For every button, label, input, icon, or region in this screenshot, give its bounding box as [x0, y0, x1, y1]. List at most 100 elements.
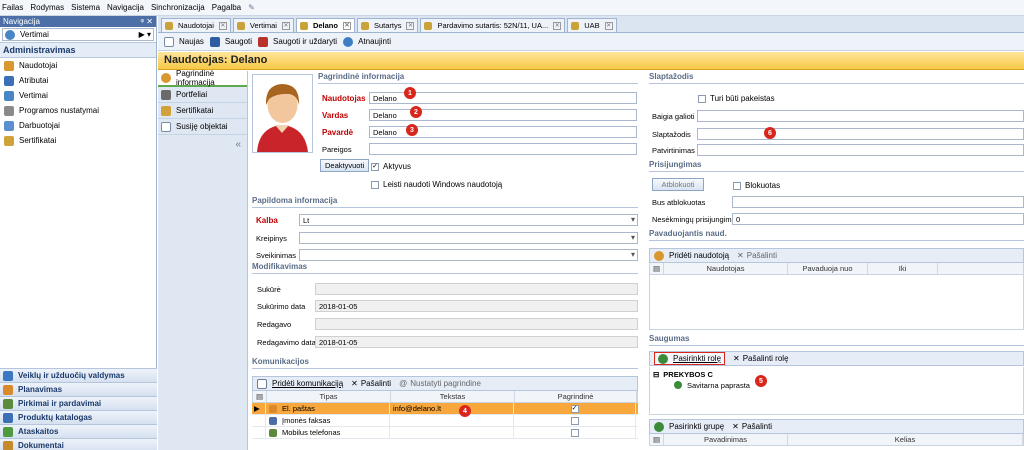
- password-field[interactable]: [697, 128, 1024, 140]
- col-text[interactable]: Tekstas: [391, 391, 515, 402]
- set-primary-button[interactable]: @ Nustatyti pagrindine: [399, 379, 481, 388]
- add-communication-button[interactable]: Pridėti komunikaciją: [257, 378, 343, 389]
- add-icon: [257, 378, 267, 389]
- nav-pin-close-icon[interactable]: ᵠ ✕: [141, 17, 153, 26]
- sidebar-item-4[interactable]: Darbuotojai: [0, 118, 156, 133]
- cell-text: [390, 415, 514, 426]
- menu-file[interactable]: Failas: [2, 3, 23, 12]
- tab-related[interactable]: Susiję objektai: [158, 119, 247, 135]
- cell-primary[interactable]: [514, 415, 636, 426]
- language-dropdown[interactable]: Lt: [299, 214, 638, 226]
- row-indicator: [252, 415, 266, 426]
- tab-certificates[interactable]: Sertifikatai: [158, 103, 247, 119]
- sidebar-item-1[interactable]: Atributai: [0, 73, 156, 88]
- table-row[interactable]: Mobilus telefonas: [252, 427, 638, 439]
- nav-module-3[interactable]: Produktų katalogas: [0, 410, 157, 424]
- table-row[interactable]: ▶ El. paštas info@delano.lt ✓: [252, 403, 638, 415]
- menu-help[interactable]: Pagalba: [212, 3, 241, 12]
- tab-5[interactable]: UAB ✕: [567, 18, 617, 32]
- related-objects-icon: [161, 121, 171, 132]
- tab-3[interactable]: Sutartys ✕: [356, 18, 419, 32]
- refresh-button[interactable]: Atnaujinti: [343, 36, 391, 47]
- new-button[interactable]: Naujas: [164, 36, 204, 47]
- play-icon[interactable]: ▶ ▾: [139, 30, 153, 39]
- sidebar-item-0[interactable]: Naudotojai: [0, 58, 156, 73]
- remove-communication-button[interactable]: ✕ Pašalinti: [351, 379, 391, 388]
- close-tab-icon[interactable]: ✕: [342, 21, 351, 30]
- confirm-field[interactable]: [697, 144, 1024, 156]
- close-tab-icon[interactable]: ✕: [218, 21, 227, 30]
- close-tab-icon[interactable]: ✕: [281, 21, 290, 30]
- nav-module-label: Produktų katalogas: [18, 413, 93, 422]
- detail-tabs: Pagrindinė informacija Portfeliai Sertif…: [158, 69, 248, 450]
- col-from[interactable]: Pavaduoja nuo: [788, 263, 868, 274]
- sidebar-item-5[interactable]: Sertifikatai: [0, 133, 156, 148]
- collapse-node-icon[interactable]: ⊟: [653, 370, 659, 379]
- choose-group-button[interactable]: Pasirinkti grupę: [654, 421, 724, 432]
- address-dropdown[interactable]: [299, 232, 638, 244]
- tree-node-root[interactable]: ⊟ PREKYBOS C: [650, 369, 1023, 379]
- cell-primary[interactable]: [514, 427, 636, 438]
- menu-navigation[interactable]: Navigacija: [107, 3, 144, 12]
- save-close-button[interactable]: Saugoti ir uždaryti: [258, 36, 337, 47]
- position-field[interactable]: [369, 143, 637, 155]
- close-tab-icon[interactable]: ✕: [553, 21, 562, 30]
- logins-header: Prisijungimas: [649, 160, 1024, 172]
- empty-checkbox-icon: [733, 181, 741, 190]
- nav-module-4[interactable]: Ataskaitos: [0, 424, 157, 438]
- deactivate-button[interactable]: Deaktyvuoti: [320, 159, 370, 172]
- col-name[interactable]: Pavadinimas: [664, 434, 788, 445]
- save-label: Saugoti: [224, 37, 253, 46]
- menu-system[interactable]: Sistema: [71, 3, 100, 12]
- sidebar-item-2[interactable]: Vertimai: [0, 88, 156, 103]
- col-user[interactable]: Naudotojas: [664, 263, 788, 274]
- blocked-until-field[interactable]: [732, 196, 1024, 208]
- sidebar-item-3[interactable]: Programos nustatymai: [0, 103, 156, 118]
- tab-1[interactable]: Vertimai ✕: [232, 18, 294, 32]
- created-by-field: [315, 283, 638, 295]
- nav-module-selector[interactable]: Vertimai ▶ ▾: [2, 28, 154, 41]
- nav-module-5[interactable]: Dokumentai: [0, 438, 157, 450]
- menu-view[interactable]: Rodymas: [30, 3, 64, 12]
- close-tab-icon[interactable]: ✕: [604, 21, 613, 30]
- tab-portfolios[interactable]: Portfeliai: [158, 87, 247, 103]
- greeting-dropdown[interactable]: [299, 249, 638, 261]
- collapse-icon[interactable]: «: [158, 139, 247, 150]
- menu-sync[interactable]: Sinchronizacija: [151, 3, 205, 12]
- col-type[interactable]: Tipas: [267, 391, 391, 402]
- remove-user-button[interactable]: ✕ Pašalinti: [737, 251, 777, 260]
- remove-role-button[interactable]: ✕ Pašalinti rolę: [733, 354, 789, 363]
- choose-role-button[interactable]: Pasirinkti rolę: [654, 352, 726, 365]
- tab-2[interactable]: Delano ✕: [295, 18, 355, 32]
- nav-module-2[interactable]: Pirkimai ir pardavimai: [0, 396, 157, 410]
- col-path[interactable]: Kelias: [788, 434, 1023, 445]
- active-checkbox[interactable]: ✓ Aktyvus: [371, 162, 411, 171]
- blocked-checkbox[interactable]: Blokuotas: [733, 181, 780, 190]
- nav-module-1[interactable]: Planavimas: [0, 382, 157, 396]
- nav-module-0[interactable]: Veiklų ir užduočių valdymas: [0, 368, 157, 382]
- failed-logins-field[interactable]: 0: [732, 213, 1024, 225]
- valid-until-field[interactable]: [697, 110, 1024, 122]
- extra-info-header: Papildoma informacija: [252, 196, 638, 208]
- save-button[interactable]: Saugoti: [209, 36, 253, 47]
- cell-primary[interactable]: ✓: [514, 403, 636, 414]
- tree-node-child[interactable]: Savitarna paprasta: [650, 379, 1023, 391]
- tab-4[interactable]: Pardavimo sutartis: 52N/11, UA... ✕: [420, 18, 566, 32]
- must-change-checkbox[interactable]: Turi būti pakeistas: [698, 94, 775, 103]
- add-user-button[interactable]: Pridėti naudotoją: [654, 250, 729, 261]
- windows-user-checkbox[interactable]: Leisti naudoti Windows naudotoją: [371, 180, 502, 189]
- col-until[interactable]: Iki: [868, 263, 938, 274]
- tab-main-info[interactable]: Pagrindinė informacija: [158, 69, 247, 87]
- remove-group-button[interactable]: ✕ Pašalinti: [732, 422, 772, 431]
- report-icon: [3, 426, 13, 437]
- tab-0[interactable]: Naudotojai ✕: [161, 18, 231, 32]
- help-pen-icon[interactable]: ✎: [248, 3, 255, 12]
- table-row[interactable]: Įmonės faksas: [252, 415, 638, 427]
- nav-group-admin[interactable]: Administravimas: [0, 42, 156, 58]
- empty-checkbox-icon: [570, 428, 579, 437]
- close-tab-icon[interactable]: ✕: [406, 21, 415, 30]
- nav-module-label: Ataskaitos: [18, 427, 59, 436]
- empty-checkbox-icon: [371, 180, 379, 189]
- unlock-button[interactable]: Atblokuoti: [652, 178, 704, 191]
- col-primary[interactable]: Pagrindinė: [515, 391, 637, 402]
